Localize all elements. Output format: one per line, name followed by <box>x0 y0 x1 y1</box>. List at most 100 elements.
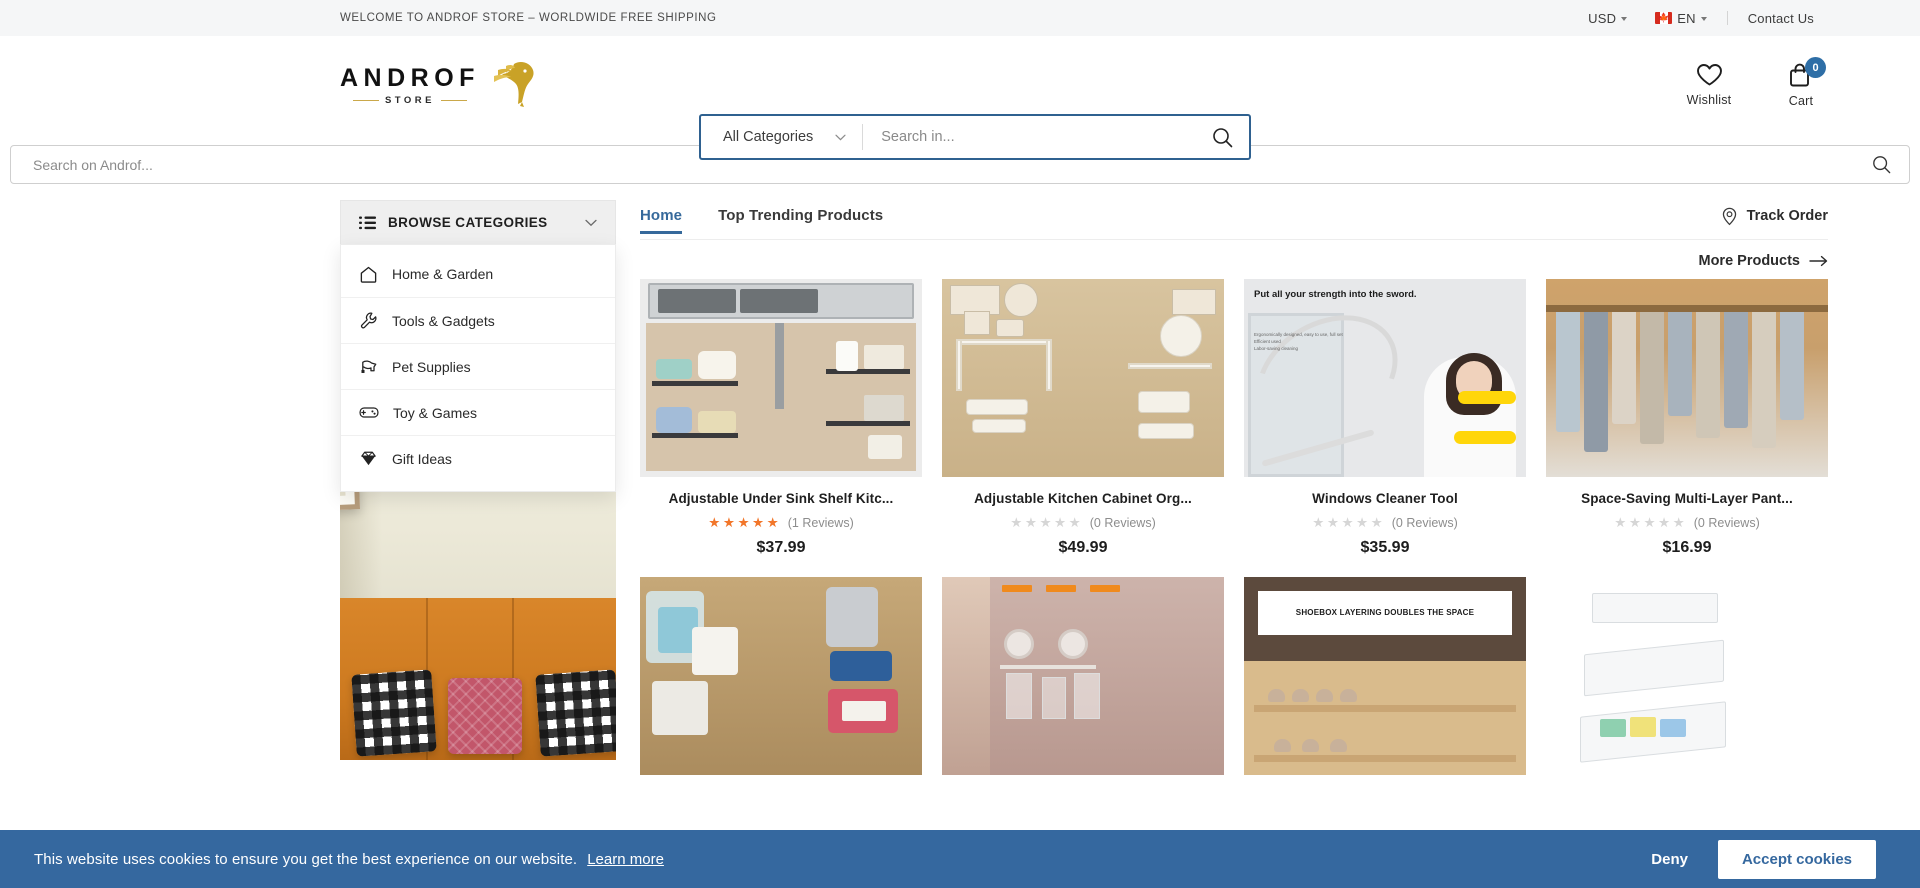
logo-sub-text: STORE <box>384 94 435 106</box>
announcement-bar: WELCOME TO ANDROF STORE – WORLDWIDE FREE… <box>0 0 1920 36</box>
product-grid: Adjustable Under Sink Shelf Kitc... ★ ★ ★ ★… <box>640 279 1828 789</box>
review-count: (0 Reviews) <box>1693 516 1760 530</box>
review-count: (1 Reviews) <box>787 516 854 530</box>
tab-home[interactable]: Home <box>640 207 683 234</box>
tab-top-trending-products[interactable]: Top Trending Products <box>718 207 883 233</box>
dog-icon <box>361 360 377 373</box>
category-label: Pet Supplies <box>392 358 471 375</box>
product-price: $49.99 <box>1058 539 1108 556</box>
product-rating: ★ ★ ★ ★ ★ (1 Reviews) <box>640 515 922 531</box>
product-price: $16.99 <box>1662 539 1712 556</box>
cookie-consent-banner: This website uses cookies to ensure you … <box>0 830 1920 888</box>
category-label: Gift Ideas <box>392 450 452 467</box>
arrow-right-icon <box>1809 255 1828 267</box>
chevron-down-icon <box>1700 17 1707 21</box>
product-price: $35.99 <box>1360 539 1410 556</box>
browse-categories-toggle[interactable]: BROWSE CATEGORIES <box>340 200 616 244</box>
category-item-home-garden[interactable]: Home & Garden <box>341 251 615 297</box>
logo-rule-left <box>352 99 379 101</box>
star-rating-icon: ★ ★ ★ ★ ★ <box>1614 515 1686 530</box>
main-search-bar[interactable]: All Categories <box>699 114 1251 160</box>
category-label: Home & Garden <box>392 266 494 282</box>
product-card[interactable] <box>640 577 922 789</box>
ad-headline: SHOEBOX LAYERING DOUBLES THE SPACE <box>1295 607 1475 617</box>
category-item-gift-ideas[interactable]: Gift Ideas <box>341 435 615 481</box>
category-item-pet-supplies[interactable]: Pet Supplies <box>341 343 615 389</box>
review-count: (0 Reviews) <box>1089 516 1156 530</box>
product-title: Space-Saving Multi-Layer Pant... <box>1581 491 1793 506</box>
logo-subline: STORE <box>352 94 467 106</box>
search-icon[interactable] <box>1872 155 1891 174</box>
product-title: Adjustable Kitchen Cabinet Org... <box>974 491 1192 506</box>
ad-banner: SHOEBOX LAYERING DOUBLES THE SPACE <box>1258 591 1512 635</box>
content-tabs: Home Top Trending Products Track Order <box>640 200 1828 240</box>
hero-sofa <box>340 598 616 760</box>
location-pin-icon <box>1722 207 1736 225</box>
wishlist-button[interactable]: Wishlist <box>1682 63 1736 107</box>
star-rating-icon: ★ ★ ★ ★ ★ <box>1312 515 1384 530</box>
hero-pillow-checkered <box>535 669 616 757</box>
product-image <box>942 577 1224 775</box>
star-rating-icon: ★ ★ ★ ★ ★ <box>708 515 780 530</box>
product-card[interactable]: Space-Saving Multi-Layer Pant... ★ ★ ★ ★ ★ (… <box>1546 279 1828 557</box>
right-column: Home Top Trending Products Track Order M… <box>616 200 1828 789</box>
welcome-message: WELCOME TO ANDROF STORE – WORLDWIDE FREE… <box>340 12 717 24</box>
product-card[interactable]: SHOEBOX LAYERING DOUBLES THE SPACE <box>1244 577 1526 789</box>
browse-categories-panel: Home & Garden Tools & Gadgets Pet Suppli… <box>340 244 616 492</box>
contact-us-label: Contact Us <box>1747 10 1814 26</box>
logo-name: ANDROF <box>340 63 480 92</box>
category-dropdown[interactable]: All Categories <box>701 116 862 158</box>
accept-cookies-button[interactable]: Accept cookies <box>1717 839 1876 879</box>
horse-logo-icon <box>484 58 536 108</box>
left-column: SHOP NOW BROWSE CATEGORIES Home & Garde <box>340 200 616 789</box>
chevron-down-icon <box>585 219 597 226</box>
cart-count-badge: 0 <box>1805 57 1826 78</box>
ad-headline: Put all your strength into the sword. <box>1254 289 1417 300</box>
product-card[interactable] <box>1546 577 1828 789</box>
product-image: Put all your strength into the sword. Er… <box>1244 279 1526 477</box>
diamond-icon <box>361 451 376 466</box>
category-item-tools-gadgets[interactable]: Tools & Gadgets <box>341 297 615 343</box>
cart-button[interactable]: 0 Cart <box>1774 57 1828 108</box>
hero-pillow-checkered <box>351 669 437 757</box>
product-card[interactable] <box>942 577 1224 789</box>
product-image: SHOEBOX LAYERING DOUBLES THE SPACE <box>1244 577 1526 775</box>
header-actions: Wishlist 0 Cart <box>1682 57 1828 108</box>
logo-rule-right <box>441 99 467 101</box>
search-submit-button[interactable] <box>1195 116 1249 158</box>
currency-selector[interactable]: USD <box>1574 0 1641 36</box>
product-title: Adjustable Under Sink Shelf Kitc... <box>668 491 894 506</box>
logo-wordmark: ANDROF STORE <box>340 63 480 106</box>
cookie-learn-more-link[interactable]: Learn more <box>587 851 664 868</box>
heart-icon <box>1696 64 1722 86</box>
language-value: EN <box>1677 10 1696 26</box>
more-products-label: More Products <box>1698 253 1800 269</box>
chevron-down-icon <box>1621 17 1628 21</box>
track-order-link[interactable]: Track Order <box>1721 207 1828 233</box>
category-item-toy-games[interactable]: Toy & Games <box>341 389 615 435</box>
category-dropdown-label: All Categories <box>723 129 814 145</box>
list-icon <box>359 216 376 229</box>
browse-categories-title: BROWSE CATEGORIES <box>388 215 548 230</box>
product-image <box>942 279 1224 477</box>
category-label: Toy & Games <box>393 404 478 421</box>
chevron-down-icon <box>835 134 846 140</box>
product-image <box>640 577 922 775</box>
search-input[interactable] <box>863 129 1195 145</box>
product-card[interactable]: Adjustable Kitchen Cabinet Org... ★ ★ ★ ★ ★ … <box>942 279 1224 557</box>
site-logo[interactable]: ANDROF STORE <box>340 61 536 108</box>
site-header: ANDROF STORE All Categories Search in...… <box>0 36 1920 160</box>
contact-us-link[interactable]: Contact Us <box>1734 0 1828 36</box>
deny-cookies-button[interactable]: Deny <box>1651 851 1688 868</box>
divider <box>1726 11 1728 25</box>
product-price: $37.99 <box>756 539 806 556</box>
product-card[interactable]: Adjustable Under Sink Shelf Kitc... ★ ★ ★ ★… <box>640 279 922 557</box>
more-products-link[interactable]: More Products <box>1698 253 1828 269</box>
product-image <box>1546 577 1828 775</box>
product-title: Windows Cleaner Tool <box>1312 491 1458 506</box>
product-card[interactable]: Put all your strength into the sword. Er… <box>1244 279 1526 557</box>
cookie-message: This website uses cookies to ensure you … <box>34 850 578 868</box>
cookie-actions: Deny Accept cookies <box>1651 839 1876 879</box>
product-image <box>640 279 922 477</box>
language-selector[interactable]: 🍁 EN <box>1641 0 1720 36</box>
